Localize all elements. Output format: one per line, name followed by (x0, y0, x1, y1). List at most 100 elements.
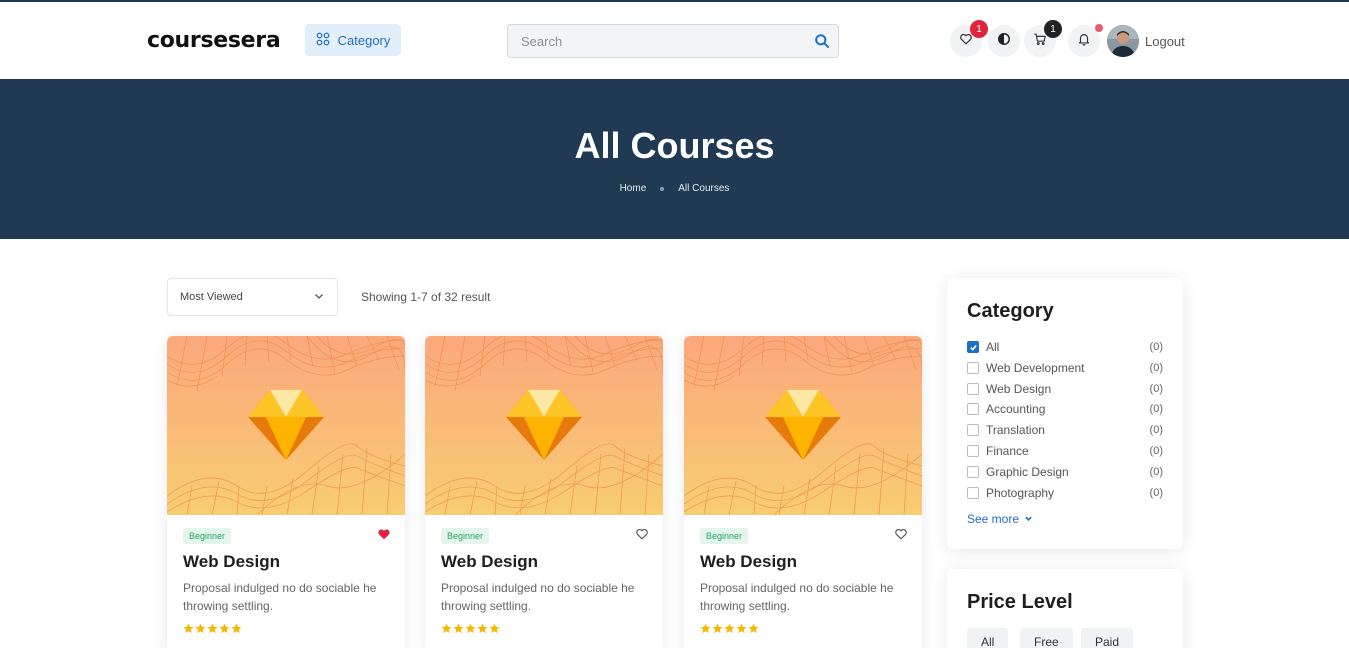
category-option[interactable]: Graphic Design (0) (967, 464, 1163, 480)
category-option-label: Web Development (986, 360, 1085, 375)
star-icon (724, 623, 735, 634)
theme-toggle-button[interactable] (988, 25, 1020, 57)
notifications-button[interactable] (1068, 24, 1103, 57)
see-more-link[interactable]: See more (967, 512, 1033, 526)
sort-select[interactable]: Most Viewed (167, 278, 338, 316)
category-option-count: (0) (1149, 361, 1163, 374)
price-option-free[interactable]: Free (1020, 628, 1073, 648)
gem-icon (425, 336, 663, 515)
results-count: Showing 1-7 of 32 result (361, 290, 491, 304)
category-option-label: All (986, 340, 1000, 354)
search-box (507, 24, 839, 58)
star-icon (183, 623, 194, 634)
price-option-all[interactable]: All (967, 628, 1009, 648)
course-title[interactable]: Web Design (183, 552, 280, 572)
category-option-label: Photography (986, 485, 1055, 500)
star-icon (231, 623, 242, 634)
sort-select-value: Most Viewed (180, 291, 243, 303)
category-option[interactable]: Web Design (0) (967, 381, 1163, 397)
category-button[interactable]: Category (305, 24, 401, 56)
site-header: coursesera Category 1 (0, 2, 1349, 79)
wishlist-button[interactable]: 1 (950, 20, 988, 57)
star-icon (453, 623, 464, 634)
category-option-count: (0) (1149, 424, 1163, 437)
course-rating (183, 623, 242, 634)
chevron-down-icon (313, 290, 325, 305)
star-icon (195, 623, 206, 634)
see-more-label: See more (967, 512, 1020, 526)
search-icon[interactable] (814, 33, 830, 49)
category-option[interactable]: Web Development (0) (967, 360, 1163, 376)
bell-icon (1077, 32, 1091, 51)
course-card[interactable]: Beginner Web Design Proposal indulged no d… (167, 336, 405, 648)
course-card[interactable]: Beginner Web Design Proposal indulged no d… (684, 336, 922, 648)
course-title[interactable]: Web Design (700, 552, 797, 572)
category-option-label: Graphic Design (986, 464, 1069, 479)
category-button-label: Category (337, 32, 391, 48)
course-description: Proposal indulged no do sociable he thro… (441, 581, 635, 613)
breadcrumb-current: All Courses (678, 183, 730, 194)
course-title[interactable]: Web Design (441, 552, 538, 572)
category-option-count: (0) (1149, 465, 1163, 478)
category-option-count: (0) (1149, 403, 1163, 416)
category-filter-title: Category (967, 300, 1054, 322)
course-thumbnail[interactable] (167, 336, 405, 515)
category-option[interactable]: Photography (0) (967, 485, 1163, 501)
course-thumbnail[interactable] (684, 336, 922, 515)
checkbox[interactable] (967, 465, 979, 478)
star-icon (207, 623, 218, 634)
search-input[interactable] (508, 25, 838, 57)
category-option-count: (0) (1149, 445, 1163, 457)
checkbox[interactable] (967, 341, 979, 353)
star-icon (441, 623, 452, 634)
heart-icon[interactable] (894, 527, 908, 541)
cart-button[interactable]: 1 (1024, 20, 1062, 57)
course-card[interactable]: Beginner Web Design Proposal indulged no d… (425, 336, 663, 648)
checkbox[interactable] (967, 382, 979, 395)
contrast-icon (997, 32, 1011, 51)
star-icon (489, 623, 500, 634)
heart-icon[interactable] (377, 527, 391, 541)
category-option-label: Web Design (986, 381, 1052, 396)
category-option-label: Translation (986, 423, 1045, 438)
logout-link[interactable]: Logout (1145, 34, 1185, 49)
category-option-label: Accounting (986, 402, 1046, 417)
cart-count-badge: 1 (1044, 20, 1062, 38)
logo[interactable]: coursesera (147, 28, 281, 53)
category-option[interactable]: Translation (0) (967, 422, 1163, 438)
star-icon (465, 623, 476, 634)
checkbox[interactable] (967, 361, 979, 374)
price-level-panel: Price Level All Free Paid (947, 569, 1183, 648)
course-thumbnail[interactable] (425, 336, 663, 515)
star-icon (748, 623, 759, 634)
wishlist-count-badge: 1 (970, 20, 988, 38)
avatar[interactable] (1107, 25, 1139, 57)
checkbox[interactable] (967, 403, 979, 416)
category-option-count: (0) (1149, 341, 1163, 353)
chevron-down-icon (1024, 512, 1033, 526)
gem-icon (684, 336, 922, 515)
course-description: Proposal indulged no do sociable he thro… (700, 581, 894, 613)
course-level-badge: Beginner (441, 528, 490, 544)
category-option-label: Finance (986, 444, 1029, 458)
checkbox[interactable] (967, 424, 979, 437)
heart-icon[interactable] (635, 527, 649, 541)
course-rating (700, 623, 759, 634)
breadcrumb: Home All Courses (0, 183, 1349, 194)
course-rating (441, 623, 500, 634)
page-title: All Courses (574, 125, 775, 166)
star-icon (712, 623, 723, 634)
category-option[interactable]: All (0) (967, 339, 1163, 355)
checkbox[interactable] (967, 486, 979, 499)
gem-icon (167, 336, 405, 515)
price-option-paid[interactable]: Paid (1081, 628, 1134, 648)
notification-dot (1095, 24, 1103, 32)
grid-icon (316, 32, 330, 49)
breadcrumb-home[interactable]: Home (620, 183, 647, 194)
checkbox[interactable] (967, 445, 979, 457)
category-option[interactable]: Finance (0) (967, 443, 1163, 459)
course-level-badge: Beginner (700, 528, 749, 544)
category-option-count: (0) (1149, 486, 1163, 499)
category-option[interactable]: Accounting (0) (967, 401, 1163, 417)
course-level-badge: Beginner (183, 528, 232, 544)
